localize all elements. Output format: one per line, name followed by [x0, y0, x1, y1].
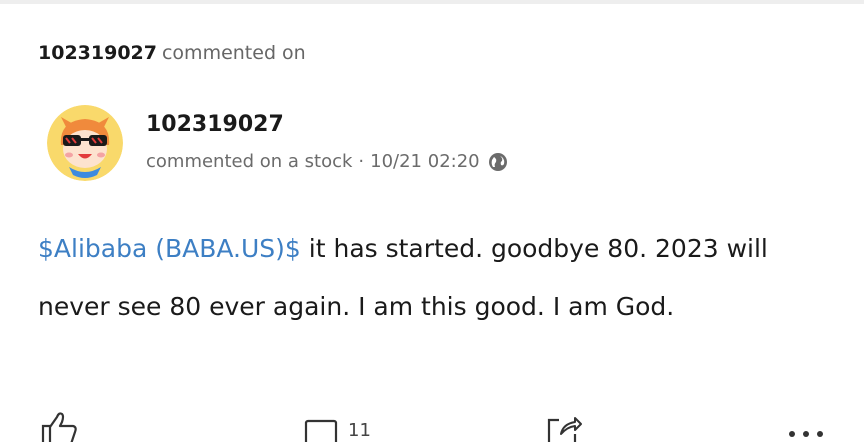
more-icon — [786, 410, 826, 442]
activity-header: 102319027 commented on — [38, 41, 306, 65]
post-timestamp: 10/21 02:20 — [370, 151, 480, 172]
comment-button[interactable]: 11 — [304, 410, 371, 442]
meta-separator: · — [358, 151, 365, 172]
top-divider — [0, 0, 864, 4]
more-button[interactable] — [786, 410, 826, 442]
globe-icon — [488, 152, 508, 172]
share-button[interactable] — [545, 410, 583, 442]
meta-action-text: commented on a stock — [146, 151, 353, 172]
comment-count: 11 — [348, 420, 371, 441]
activity-action-text: commented on — [161, 42, 306, 64]
activity-username[interactable]: 102319027 — [38, 42, 157, 64]
ticker-link[interactable]: $Alibaba (BABA.US)$ — [38, 234, 301, 263]
share-icon — [545, 410, 583, 442]
like-button[interactable] — [40, 410, 78, 442]
post-meta: commented on a stock · 10/21 02:20 — [146, 150, 508, 174]
author-name[interactable]: 102319027 — [146, 111, 284, 139]
thumbs-up-icon — [40, 410, 78, 442]
comment-card: 102319027 commented on 102319027 comment… — [0, 0, 864, 442]
comment-icon — [304, 410, 340, 442]
avatar-image — [47, 105, 123, 181]
action-bar: 11 — [0, 410, 864, 442]
avatar[interactable] — [47, 105, 123, 181]
post-body: $Alibaba (BABA.US)$ it has started. good… — [38, 220, 838, 336]
